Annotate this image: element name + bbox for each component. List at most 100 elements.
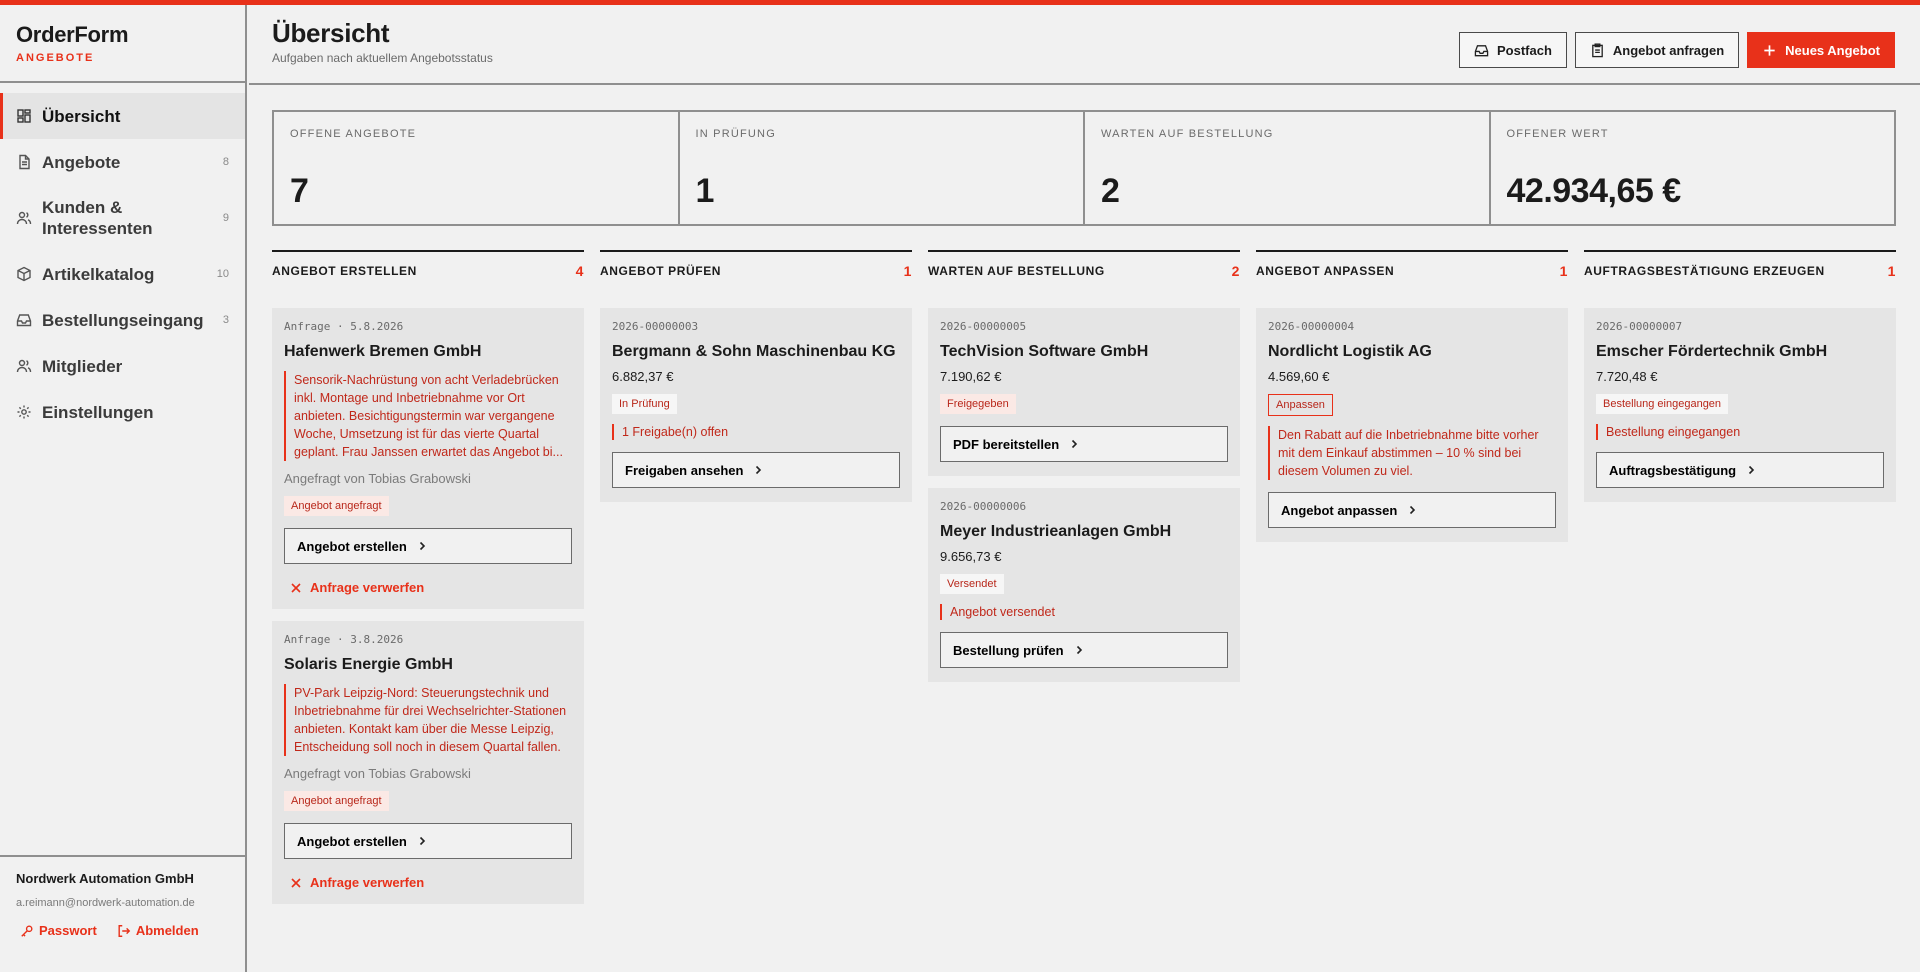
- status-badge: Bestellung eingegangen: [1596, 394, 1729, 414]
- sidebar-item-label: Mitglieder: [42, 356, 123, 376]
- quote-card: 2026-00000005 TechVision Software GmbH 7…: [928, 308, 1240, 476]
- card-list: 2026-00000004 Nordlicht Logistik AG 4.56…: [1256, 308, 1568, 542]
- column-header: ANGEBOT PRÜFEN 1: [600, 250, 912, 280]
- sidebar-footer: Nordwerk Automation GmbH a.reimann@nordw…: [0, 855, 245, 972]
- sidebar-item-kunden[interactable]: Kunden & Interessenten 9: [0, 185, 245, 251]
- column-count: 1: [1559, 263, 1568, 279]
- column-title: ANGEBOT ERSTELLEN: [272, 264, 417, 278]
- sidebar: OrderForm ANGEBOTE Übersicht Angebote 8 …: [0, 5, 247, 972]
- app-subtitle: ANGEBOTE: [16, 52, 95, 64]
- stat-open-quotes: OFFENE ANGEBOTE 7: [274, 112, 680, 224]
- card-requested-by: Angefragt von Tobias Grabowski: [284, 766, 471, 781]
- key-icon: [20, 924, 34, 938]
- quote-amount: 7.720,48 €: [1596, 369, 1658, 384]
- sidebar-item-bestellungseingang[interactable]: Bestellungseingang 3: [0, 297, 245, 343]
- sidebar-item-artikelkatalog[interactable]: Artikelkatalog 10: [0, 251, 245, 297]
- chevron-right-icon: [1074, 645, 1084, 655]
- sidebar-item-label: Einstellungen: [42, 402, 154, 422]
- request-card: Anfrage · 5.8.2026 Hafenwerk Bremen GmbH…: [272, 308, 584, 609]
- gear-icon: [16, 404, 32, 420]
- quote-amount: 9.656,73 €: [940, 549, 1002, 564]
- kanban-board: ANGEBOT ERSTELLEN 4 Anfrage · 5.8.2026 H…: [272, 250, 1896, 972]
- page-subtitle: Aufgaben nach aktuellem Angebotsstatus: [272, 51, 493, 65]
- page-title: Übersicht: [272, 18, 390, 48]
- logout-link[interactable]: Abmelden: [113, 923, 199, 938]
- column-angebot-erstellen: ANGEBOT ERSTELLEN 4 Anfrage · 5.8.2026 H…: [272, 250, 584, 972]
- order-confirmation-button[interactable]: Auftragsbestätigung: [1596, 452, 1884, 488]
- app-name: OrderForm: [16, 22, 129, 47]
- status-badge: Freigegeben: [940, 394, 1016, 414]
- sidebar-item-angebote[interactable]: Angebote 8: [0, 139, 245, 185]
- discard-label: Anfrage verwerfen: [310, 580, 425, 595]
- card-list: 2026-00000005 TechVision Software GmbH 7…: [928, 308, 1240, 682]
- button-label: Bestellung prüfen: [953, 642, 1064, 658]
- card-title: Hafenwerk Bremen GmbH: [284, 343, 482, 360]
- column-title: WARTEN AUF BESTELLUNG: [928, 264, 1105, 278]
- sidebar-item-count: 8: [222, 156, 229, 168]
- discard-request-button[interactable]: Anfrage verwerfen: [284, 875, 572, 890]
- box-icon: [16, 266, 32, 282]
- inbox-button[interactable]: Postfach: [1459, 32, 1567, 68]
- discard-request-button[interactable]: Anfrage verwerfen: [284, 580, 572, 595]
- stat-label: IN PRÜFUNG: [695, 128, 776, 140]
- create-quote-button[interactable]: Angebot erstellen: [284, 823, 572, 859]
- column-count: 4: [575, 263, 584, 279]
- quote-card: 2026-00000006 Meyer Industrieanlagen Gmb…: [928, 488, 1240, 682]
- sidebar-item-label: Kunden & Interessenten: [42, 198, 153, 238]
- close-icon: [290, 582, 302, 594]
- column-count: 1: [1887, 263, 1896, 279]
- button-label: PDF bereitstellen: [953, 436, 1060, 452]
- plus-icon: [1762, 43, 1777, 58]
- view-approvals-button[interactable]: Freigaben ansehen: [612, 452, 900, 488]
- column-auftragsbestaetigung: AUFTRAGSBESTÄTIGUNG ERZEUGEN 1 2026-0000…: [1584, 250, 1896, 972]
- create-quote-button[interactable]: Angebot erstellen: [284, 528, 572, 564]
- adjust-quote-button[interactable]: Angebot anpassen: [1268, 492, 1556, 528]
- password-link[interactable]: Passwort: [16, 923, 97, 938]
- close-icon: [290, 877, 302, 889]
- card-title: Nordlicht Logistik AG: [1268, 343, 1432, 360]
- sidebar-item-uebersicht[interactable]: Übersicht: [0, 93, 245, 139]
- header-actions: Postfach Angebot anfragen Neues Angebot: [1459, 32, 1895, 68]
- new-quote-button[interactable]: Neues Angebot: [1747, 32, 1895, 68]
- status-badge: Versendet: [940, 574, 1004, 594]
- stat-waiting-order: WARTEN AUF BESTELLUNG 2: [1085, 112, 1491, 224]
- stat-label: OFFENER WERT: [1506, 128, 1609, 140]
- clipboard-icon: [1590, 42, 1605, 58]
- card-list: 2026-00000007 Emscher Fördertechnik GmbH…: [1584, 308, 1896, 502]
- sidebar-nav: Übersicht Angebote 8 Kunden & Interessen…: [0, 83, 245, 435]
- quote-amount: 4.569,60 €: [1268, 369, 1330, 384]
- status-line: 1 Freigabe(n) offen: [612, 424, 900, 440]
- card-title: Meyer Industrieanlagen GmbH: [940, 523, 1172, 540]
- status-badge: Angebot angefragt: [284, 496, 389, 516]
- discard-label: Anfrage verwerfen: [310, 875, 425, 890]
- card-list: 2026-00000003 Bergmann & Sohn Maschinenb…: [600, 308, 912, 502]
- card-title: Bergmann & Sohn Maschinenbau KG: [612, 343, 896, 360]
- request-quote-button[interactable]: Angebot anfragen: [1574, 32, 1740, 68]
- stat-open-value: OFFENER WERT 42.934,65 €: [1491, 112, 1895, 224]
- column-count: 1: [903, 263, 912, 279]
- sidebar-item-label: Übersicht: [42, 106, 121, 126]
- quote-number: 2026-00000005: [940, 320, 1027, 333]
- column-header: ANGEBOT ERSTELLEN 4: [272, 250, 584, 280]
- quote-amount: 6.882,37 €: [612, 369, 674, 384]
- status-badge: In Prüfung: [612, 394, 677, 414]
- card-list: Anfrage · 5.8.2026 Hafenwerk Bremen GmbH…: [272, 308, 584, 904]
- column-title: AUFTRAGSBESTÄTIGUNG ERZEUGEN: [1584, 264, 1825, 278]
- request-quote-label: Angebot anfragen: [1612, 42, 1725, 58]
- sidebar-item-mitglieder[interactable]: Mitglieder: [0, 343, 245, 389]
- provide-pdf-button[interactable]: PDF bereitstellen: [940, 426, 1228, 462]
- quote-card: 2026-00000003 Bergmann & Sohn Maschinenb…: [600, 308, 912, 502]
- users-icon: [16, 358, 32, 374]
- column-count: 2: [1231, 263, 1240, 279]
- quote-number: 2026-00000004: [1268, 320, 1355, 333]
- chevron-right-icon: [417, 836, 427, 846]
- button-label: Auftragsbestätigung: [1609, 462, 1737, 478]
- sidebar-item-einstellungen[interactable]: Einstellungen: [0, 389, 245, 435]
- quote-card: 2026-00000004 Nordlicht Logistik AG 4.56…: [1256, 308, 1568, 542]
- sidebar-item-count: 10: [216, 268, 229, 280]
- card-title: TechVision Software GmbH: [940, 343, 1149, 360]
- users-icon: [16, 210, 32, 226]
- check-order-button[interactable]: Bestellung prüfen: [940, 632, 1228, 668]
- column-angebot-anpassen: ANGEBOT ANPASSEN 1 2026-00000004 Nordlic…: [1256, 250, 1568, 972]
- quote-number: 2026-00000003: [612, 320, 699, 333]
